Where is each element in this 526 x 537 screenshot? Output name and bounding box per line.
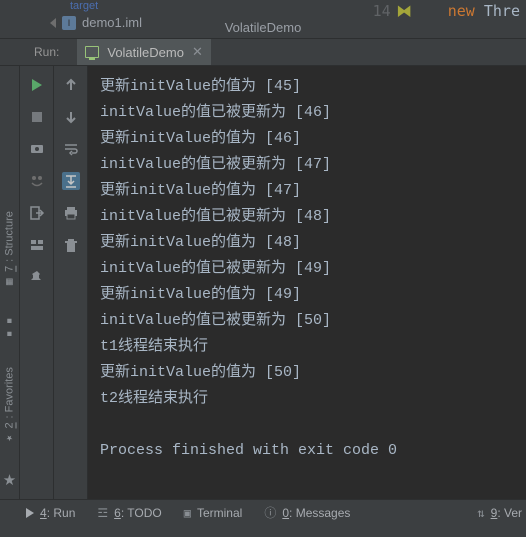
- tool-version-control[interactable]: ⇅ 9: Ver: [477, 506, 522, 520]
- tree-folder-target[interactable]: target: [70, 0, 98, 12]
- tree-collapse-icon: [50, 18, 56, 28]
- vcs-icon: ⇅: [477, 506, 484, 520]
- clear-all-button[interactable]: [62, 236, 80, 254]
- scroll-to-end-button[interactable]: [62, 172, 80, 190]
- file-icon: I: [62, 16, 76, 30]
- run-label: Run:: [34, 45, 59, 59]
- close-icon[interactable]: ✕: [192, 44, 203, 60]
- exit-button[interactable]: [28, 204, 46, 222]
- run-actions-primary: [20, 66, 54, 499]
- list-icon: ☲: [97, 506, 108, 520]
- side-tabs: ▦7: Structure ▪▪ ★2: Favorites ★: [0, 66, 20, 499]
- console-output[interactable]: 更新initValue的值为 [45] initValue的值已被更新为 [46…: [88, 66, 526, 499]
- tree-file-iml[interactable]: I demo1.iml: [50, 15, 142, 30]
- tool-run[interactable]: 4: Run: [26, 506, 75, 520]
- debug-breakpoint-button[interactable]: [28, 172, 46, 190]
- side-tab-bookmark[interactable]: ▪▪: [3, 315, 16, 341]
- side-tab-favorites[interactable]: ★2: Favorites: [3, 367, 16, 445]
- run-config-icon: [85, 46, 99, 58]
- side-tab-structure[interactable]: ▦7: Structure: [3, 211, 16, 289]
- run-actions-secondary: [54, 66, 88, 499]
- down-stack-button[interactable]: [62, 108, 80, 126]
- layout-button[interactable]: [28, 236, 46, 254]
- code-fragment: 14⧓ new Thre: [373, 2, 520, 20]
- stop-button[interactable]: [28, 108, 46, 126]
- tool-messages[interactable]: ⓘ 0: Messages: [264, 504, 350, 521]
- soft-wrap-button[interactable]: [62, 140, 80, 158]
- bottom-tool-bar: 4: Run ☲ 6: TODO ▣ Terminal ⓘ 0: Message…: [0, 499, 526, 525]
- info-icon: ⓘ: [264, 504, 276, 521]
- star-icon[interactable]: ★: [3, 471, 16, 489]
- play-icon: [26, 508, 34, 518]
- tool-todo[interactable]: ☲ 6: TODO: [97, 506, 161, 520]
- rerun-button[interactable]: [28, 76, 46, 94]
- run-config-tab[interactable]: VolatileDemo ✕: [77, 39, 211, 65]
- tool-terminal[interactable]: ▣ Terminal: [184, 506, 243, 520]
- terminal-icon: ▣: [184, 506, 191, 520]
- up-stack-button[interactable]: [62, 76, 80, 94]
- status-bar-text: [0, 525, 526, 537]
- editor-tab-label[interactable]: VolatileDemo: [225, 20, 302, 35]
- run-config-name: VolatileDemo: [107, 45, 184, 60]
- dump-threads-button[interactable]: [28, 140, 46, 158]
- pin-button[interactable]: [28, 268, 46, 286]
- editor-area: target I demo1.iml VolatileDemo 14⧓ new …: [0, 0, 526, 38]
- print-button[interactable]: [62, 204, 80, 222]
- tree-file-label: demo1.iml: [82, 15, 142, 30]
- run-tool-header: Run: VolatileDemo ✕: [0, 38, 526, 66]
